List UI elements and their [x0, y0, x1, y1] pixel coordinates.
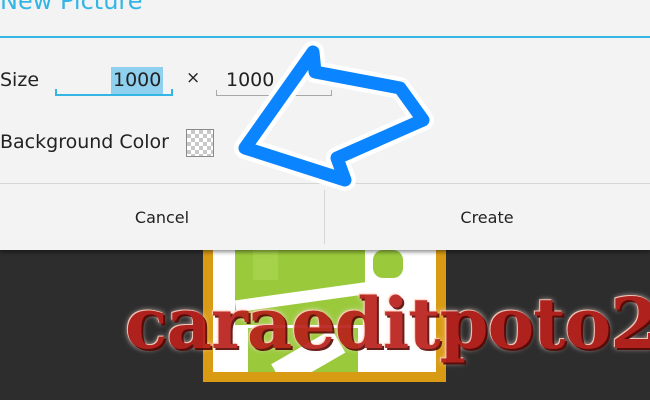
width-field[interactable]: 1000: [55, 66, 173, 96]
background-caption-fragment: [175, 384, 475, 400]
title-divider: [0, 36, 650, 38]
background-color-swatch[interactable]: [186, 129, 214, 157]
times-symbol: ×: [186, 68, 201, 88]
arrow-pointing-left-icon: [234, 41, 434, 191]
width-value: 1000: [111, 67, 164, 94]
background-color-label: Background Color: [0, 131, 169, 153]
size-label: Size: [0, 69, 40, 91]
dialog-title: New Picture: [0, 0, 143, 15]
watermark-text: caraeditpoto2: [125, 282, 650, 365]
